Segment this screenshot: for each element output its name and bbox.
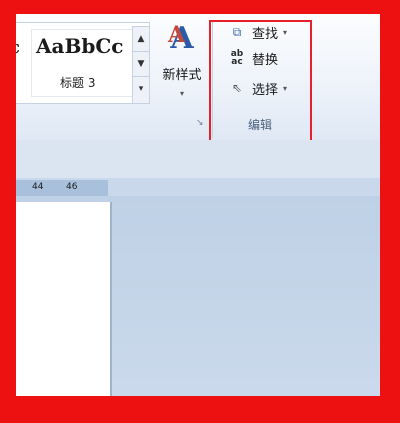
horizontal-ruler[interactable]: 44 46 xyxy=(14,180,108,196)
style-preview-text: AaBbCc xyxy=(36,34,124,58)
ruler-strip xyxy=(0,140,400,178)
gallery-scroll-up-button[interactable]: ▲ xyxy=(133,27,149,52)
styles-gallery: c AaBbCc 标题 3 xyxy=(8,22,150,104)
annotation-highlight-box xyxy=(209,20,312,158)
gallery-more-button[interactable]: ▾ xyxy=(133,77,149,101)
red-frame-top xyxy=(0,0,400,14)
style-tile-heading-3[interactable]: AaBbCc 标题 3 xyxy=(31,29,139,97)
gallery-scrollbar: ▲ ▼ ▾ xyxy=(132,26,150,104)
ruler-number: 44 xyxy=(32,182,44,192)
document-page[interactable] xyxy=(14,202,112,402)
red-frame-bottom xyxy=(0,396,400,423)
word-window: c AaBbCc 标题 3 ▲ ▼ ▾ AA 新样式 ▾ ↘ ⧉ 查找 ▾ xyxy=(0,0,400,423)
red-frame-left xyxy=(0,0,16,423)
style-letter-a-icon: AA xyxy=(168,21,194,56)
chevron-down-icon: ▾ xyxy=(179,89,184,98)
style-caption: 标题 3 xyxy=(60,76,96,90)
ruler-number: 46 xyxy=(66,182,78,192)
dialog-launcher-icon[interactable]: ↘ xyxy=(196,118,204,128)
new-style-button[interactable]: AA 新样式 ▾ xyxy=(156,22,208,108)
gallery-scroll-down-button[interactable]: ▼ xyxy=(133,52,149,77)
ribbon: c AaBbCc 标题 3 ▲ ▼ ▾ AA 新样式 ▾ ↘ ⧉ 查找 ▾ xyxy=(0,0,400,158)
red-frame-right xyxy=(380,0,400,423)
new-style-label: 新样式 xyxy=(162,68,202,83)
